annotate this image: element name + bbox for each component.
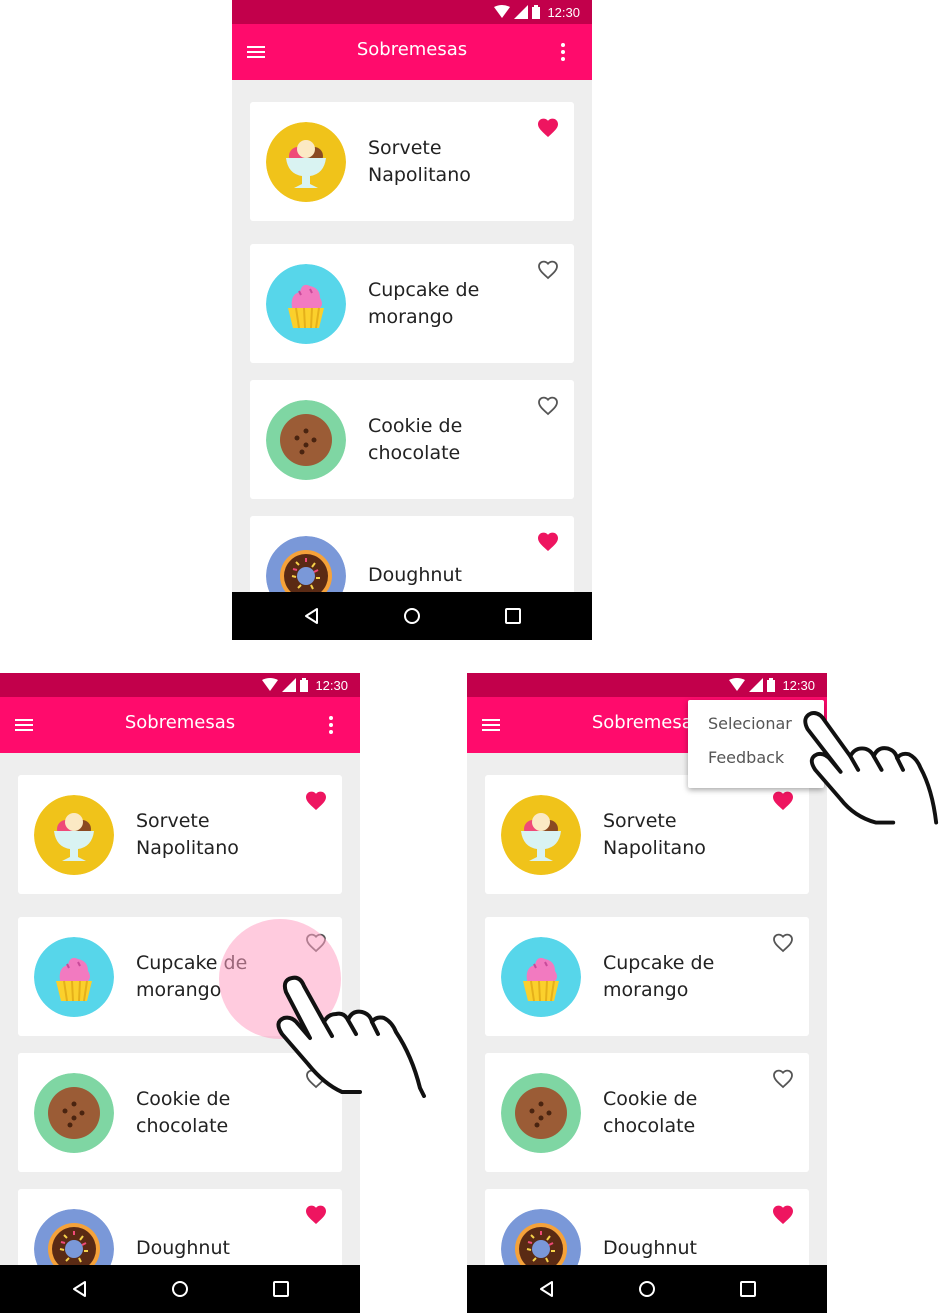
doughnut-icon — [266, 536, 346, 592]
status-bar: 12:30 — [232, 0, 592, 24]
item-name: Cupcake de morango — [368, 279, 480, 328]
list-item[interactable]: Doughnut — [250, 516, 574, 592]
navigation-bar — [467, 1265, 827, 1313]
back-icon[interactable] — [535, 1277, 559, 1301]
battery-icon — [532, 5, 541, 19]
cookie-icon — [266, 400, 346, 480]
item-name: Cookie de chocolate — [368, 415, 463, 464]
status-time: 12:30 — [782, 677, 815, 693]
back-icon[interactable] — [300, 604, 324, 628]
heart-outline-icon[interactable] — [771, 1067, 795, 1091]
wifi-icon — [262, 678, 279, 691]
item-name: Doughnut — [136, 1237, 230, 1259]
list-item[interactable]: Doughnut — [485, 1189, 809, 1265]
cupcake-icon — [34, 937, 114, 1017]
heart-filled-icon[interactable] — [771, 1203, 795, 1227]
heart-filled-icon[interactable] — [304, 789, 328, 813]
ice-cream-icon — [501, 795, 581, 875]
list-item[interactable]: Doughnut — [18, 1189, 342, 1265]
home-icon[interactable] — [400, 604, 424, 628]
list-item[interactable]: Cupcake de morango — [250, 244, 574, 363]
doughnut-icon — [34, 1209, 114, 1265]
list-item[interactable]: Cupcake de morango — [485, 917, 809, 1036]
back-icon[interactable] — [68, 1277, 92, 1301]
menu-item-selecionar[interactable]: Selecionar — [708, 714, 792, 733]
signal-icon — [282, 678, 297, 692]
recents-icon[interactable] — [501, 604, 525, 628]
list-item[interactable]: Cookie de chocolate — [250, 380, 574, 499]
dessert-list: Sorvete Napolitano Cupcake de morango Co… — [467, 753, 827, 1265]
pointing-hand-icon — [803, 711, 939, 825]
recents-icon[interactable] — [736, 1277, 760, 1301]
navigation-bar — [0, 1265, 360, 1313]
list-item[interactable]: Cookie de chocolate — [485, 1053, 809, 1172]
recents-icon[interactable] — [269, 1277, 293, 1301]
item-name: Cupcake de morango — [603, 952, 715, 1001]
app-bar: Sobremesas — [0, 697, 360, 753]
home-icon[interactable] — [168, 1277, 192, 1301]
cookie-icon — [34, 1073, 114, 1153]
item-name: Doughnut — [603, 1237, 697, 1259]
heart-outline-icon[interactable] — [536, 258, 560, 282]
app-bar: Sobremesas — [232, 24, 592, 80]
phone-screen-list: 12:30 Sobremesas Sorvete Napolitano Cupc… — [232, 0, 592, 640]
status-time: 12:30 — [547, 4, 580, 20]
more-options-icon[interactable] — [551, 40, 575, 64]
heart-outline-icon[interactable] — [771, 931, 795, 955]
item-name: Cookie de chocolate — [136, 1088, 231, 1137]
status-bar: 12:30 — [0, 673, 360, 697]
wifi-icon — [729, 678, 746, 691]
item-name: Doughnut — [368, 564, 462, 586]
heart-filled-icon[interactable] — [536, 530, 560, 554]
heart-outline-icon[interactable] — [536, 394, 560, 418]
battery-icon — [300, 678, 309, 692]
app-title: Sobremesas — [124, 712, 236, 733]
heart-filled-icon[interactable] — [304, 1203, 328, 1227]
status-bar: 12:30 — [467, 673, 827, 697]
heart-filled-icon[interactable] — [536, 116, 560, 140]
list-item[interactable]: Sorvete Napolitano — [485, 775, 809, 894]
wifi-icon — [494, 5, 511, 18]
ice-cream-icon — [266, 122, 346, 202]
home-icon[interactable] — [635, 1277, 659, 1301]
ice-cream-icon — [34, 795, 114, 875]
phone-screen-overflow-menu: 12:30 Sobremesas Sorvete Napolitano Cupc… — [467, 673, 827, 1313]
item-name: Sorvete Napolitano — [368, 137, 471, 186]
signal-icon — [514, 5, 529, 19]
menu-item-feedback[interactable]: Feedback — [708, 748, 784, 767]
pointing-hand-icon — [276, 975, 426, 1098]
navigation-bar — [232, 592, 592, 640]
more-options-icon[interactable] — [319, 713, 343, 737]
cookie-icon — [501, 1073, 581, 1153]
app-title: Sobremesas — [356, 39, 468, 60]
cupcake-icon — [266, 264, 346, 344]
list-item[interactable]: Sorvete Napolitano — [18, 775, 342, 894]
doughnut-icon — [501, 1209, 581, 1265]
dessert-list: Sorvete Napolitano Cupcake de morango Co… — [232, 80, 592, 592]
item-name: Sorvete Napolitano — [136, 810, 239, 859]
list-item[interactable]: Sorvete Napolitano — [250, 102, 574, 221]
signal-icon — [749, 678, 764, 692]
status-time: 12:30 — [315, 677, 348, 693]
item-name: Cookie de chocolate — [603, 1088, 698, 1137]
cupcake-icon — [501, 937, 581, 1017]
battery-icon — [767, 678, 776, 692]
item-name: Sorvete Napolitano — [603, 810, 706, 859]
